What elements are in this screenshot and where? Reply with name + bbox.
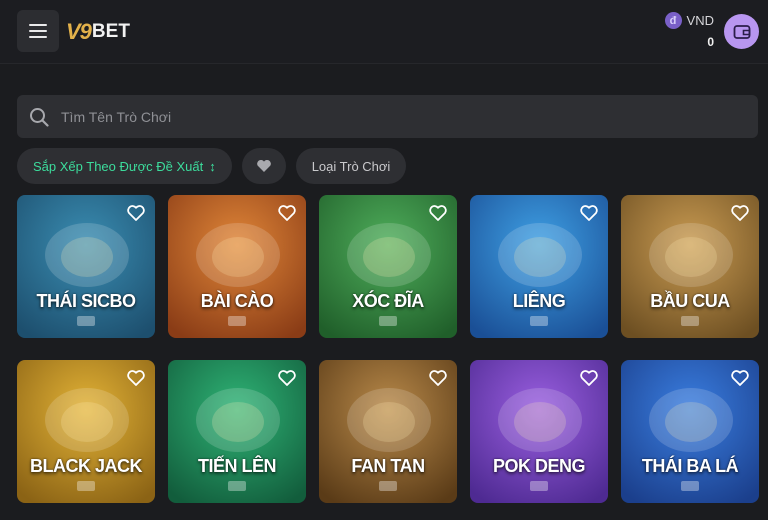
balance-display[interactable]: đ VND 0 bbox=[664, 12, 714, 49]
game-card[interactable]: BLACK JACK bbox=[17, 360, 155, 503]
game-title: THÁI SICBO bbox=[36, 291, 136, 311]
game-card[interactable]: POK DENG bbox=[470, 360, 608, 503]
game-title: THÁI BA LÁ bbox=[641, 456, 739, 476]
game-card[interactable]: THÁI SICBO bbox=[17, 195, 155, 338]
provider-logo bbox=[319, 316, 457, 326]
game-card[interactable]: FAN TAN bbox=[319, 360, 457, 503]
favorite-heart-icon[interactable] bbox=[126, 203, 146, 223]
favorite-heart-icon[interactable] bbox=[730, 368, 750, 388]
hamburger-menu-button[interactable] bbox=[17, 10, 59, 52]
logo-mark: V9 bbox=[66, 19, 92, 44]
favorite-heart-icon[interactable] bbox=[730, 203, 750, 223]
provider-logo bbox=[168, 316, 306, 326]
game-card[interactable]: BẦU CUA bbox=[621, 195, 759, 338]
wallet-icon bbox=[733, 24, 750, 39]
game-title: BLACK JACK bbox=[30, 456, 143, 476]
favorite-heart-icon[interactable] bbox=[277, 203, 297, 223]
game-title: POK DENG bbox=[492, 456, 586, 476]
game-card[interactable]: LIÊNG bbox=[470, 195, 608, 338]
heart-icon bbox=[256, 159, 271, 172]
provider-logo bbox=[470, 481, 608, 491]
game-card[interactable]: THÁI BA LÁ bbox=[621, 360, 759, 503]
sort-button[interactable]: Sắp Xếp Theo Được Đề Xuất ↕ bbox=[17, 148, 232, 184]
sort-label: Sắp Xếp Theo Được Đề Xuất bbox=[33, 158, 204, 174]
provider-logo bbox=[17, 481, 155, 491]
top-bar: V9 BET đ VND 0 bbox=[0, 0, 768, 64]
game-title: TIẾN LÊN bbox=[197, 456, 277, 476]
currency-label: VND bbox=[686, 13, 714, 28]
sort-arrows-icon: ↕ bbox=[209, 158, 216, 174]
provider-logo bbox=[621, 316, 759, 326]
provider-logo bbox=[319, 481, 457, 491]
currency-coin-icon: đ bbox=[664, 12, 682, 29]
provider-logo bbox=[17, 316, 155, 326]
menu-icon-line bbox=[29, 36, 47, 38]
search-bar[interactable] bbox=[17, 95, 758, 138]
provider-logo bbox=[168, 481, 306, 491]
game-type-filter-button[interactable]: Loại Trò Chơi bbox=[295, 148, 407, 184]
game-type-label: Loại Trò Chơi bbox=[311, 158, 391, 174]
favorite-heart-icon[interactable] bbox=[579, 203, 599, 223]
provider-logo bbox=[621, 481, 759, 491]
favorite-heart-icon[interactable] bbox=[428, 203, 448, 223]
favorite-heart-icon[interactable] bbox=[579, 368, 599, 388]
game-title: XÓC ĐĨA bbox=[352, 291, 424, 311]
game-title: LIÊNG bbox=[512, 291, 566, 311]
favorites-filter-button[interactable] bbox=[241, 148, 286, 184]
favorite-heart-icon[interactable] bbox=[126, 368, 146, 388]
filter-bar: Sắp Xếp Theo Được Đề Xuất ↕ Loại Trò Chơ… bbox=[17, 148, 407, 184]
game-card[interactable]: BÀI CÀO bbox=[168, 195, 306, 338]
search-input[interactable] bbox=[61, 108, 701, 125]
logo-text: BET bbox=[91, 21, 130, 42]
game-title: FAN TAN bbox=[351, 456, 425, 476]
game-card[interactable]: TIẾN LÊN bbox=[168, 360, 306, 503]
game-title: BẦU CUA bbox=[650, 291, 730, 311]
brand-logo[interactable]: V9 BET bbox=[66, 17, 130, 47]
game-title: BÀI CÀO bbox=[200, 291, 274, 311]
favorite-heart-icon[interactable] bbox=[277, 368, 297, 388]
menu-icon-line bbox=[29, 30, 47, 32]
game-grid: THÁI SICBO BÀI CÀO XÓC ĐĨA LIÊNG BẦU CUA BLAC… bbox=[17, 195, 759, 503]
game-card[interactable]: XÓC ĐĨA bbox=[319, 195, 457, 338]
balance-amount: 0 bbox=[707, 35, 714, 49]
provider-logo bbox=[470, 316, 608, 326]
menu-icon-line bbox=[29, 24, 47, 26]
search-icon bbox=[29, 107, 49, 127]
favorite-heart-icon[interactable] bbox=[428, 368, 448, 388]
wallet-button[interactable] bbox=[724, 14, 759, 49]
